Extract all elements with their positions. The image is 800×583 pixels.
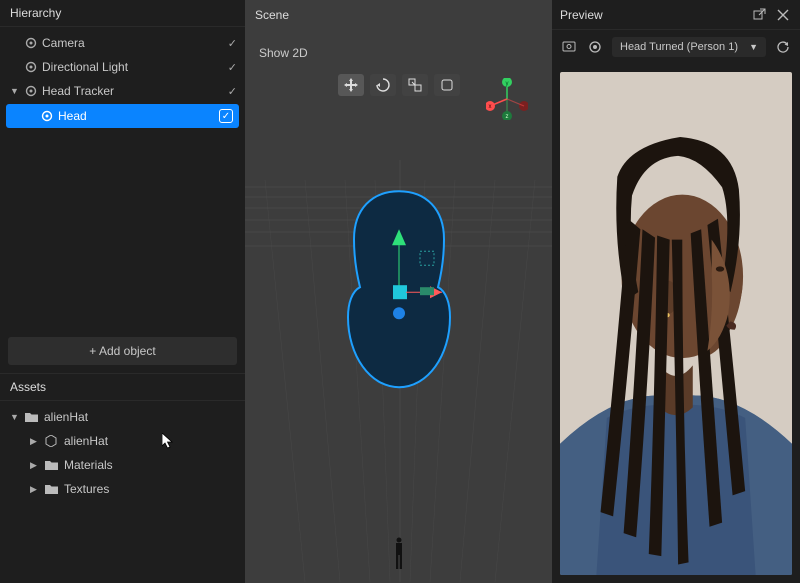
asset-folder-alienhat[interactable]: ▼ alienHat (0, 405, 245, 429)
object-icon (24, 84, 38, 98)
hierarchy-item-head[interactable]: Head ✓ (6, 104, 239, 128)
svg-text:z: z (506, 114, 509, 120)
tool-rotate-button[interactable] (370, 74, 396, 96)
chevron-down-icon: ▼ (749, 42, 758, 52)
show-2d-toggle[interactable]: Show 2D (253, 44, 314, 62)
refresh-icon[interactable] (774, 38, 792, 56)
visibility-check-icon[interactable]: ✓ (228, 61, 237, 74)
hierarchy-header: Hierarchy (0, 0, 245, 27)
hierarchy-item-light[interactable]: Directional Light ✓ (0, 55, 245, 79)
asset-folder-textures[interactable]: ▶ Textures (0, 477, 245, 501)
hierarchy-item-label: Camera (42, 36, 228, 50)
add-object-button[interactable]: + Add object (8, 337, 237, 365)
visibility-check-icon[interactable]: ✓ (228, 37, 237, 50)
caret-right-icon[interactable]: ▶ (30, 460, 42, 471)
svg-text:y: y (506, 81, 509, 87)
object-icon (40, 109, 54, 123)
head-silhouette[interactable] (324, 185, 474, 395)
asset-label: Materials (64, 458, 113, 472)
asset-label: alienHat (44, 410, 88, 424)
cursor-icon (162, 433, 176, 451)
asset-folder-materials[interactable]: ▶ Materials (0, 453, 245, 477)
preview-viewport (560, 72, 792, 575)
tool-fit-button[interactable] (434, 74, 460, 96)
asset-label: alienHat (64, 434, 108, 448)
hierarchy-tree: Camera ✓ Directional Light ✓ ▼ He (0, 27, 245, 133)
assets-tree: ▼ alienHat ▶ alienHat (0, 401, 245, 583)
svg-text:x: x (489, 104, 492, 110)
caret-right-icon[interactable]: ▶ (30, 436, 42, 447)
caret-right-icon[interactable]: ▶ (30, 484, 42, 495)
axis-gizmo[interactable]: y x z (486, 78, 528, 120)
asset-object-alienhat[interactable]: ▶ alienHat (0, 429, 245, 453)
record-icon[interactable] (586, 38, 604, 56)
hierarchy-item-label: Head (58, 109, 219, 123)
folder-icon (44, 482, 58, 496)
close-icon[interactable] (774, 6, 792, 24)
preview-source-dropdown[interactable]: Head Turned (Person 1) ▼ (612, 37, 766, 57)
dropdown-selected-label: Head Turned (Person 1) (620, 41, 743, 53)
asset-label: Textures (64, 482, 109, 496)
tool-scale-button[interactable] (402, 74, 428, 96)
preview-header: Preview (560, 8, 744, 22)
popout-icon[interactable] (750, 6, 768, 24)
object-icon (24, 36, 38, 50)
caret-down-icon[interactable]: ▼ (10, 412, 22, 422)
folder-icon (24, 410, 38, 424)
scene-figure-icon (392, 537, 406, 571)
object-icon (44, 434, 58, 448)
scene-header: Scene (255, 8, 289, 22)
hierarchy-item-label: Directional Light (42, 60, 228, 74)
scene-viewport[interactable]: Show 2D (245, 30, 552, 583)
preview-source-icon[interactable] (560, 38, 578, 56)
hierarchy-item-camera[interactable]: Camera ✓ (0, 31, 245, 55)
visibility-check-icon[interactable]: ✓ (219, 109, 233, 123)
hierarchy-item-head-tracker[interactable]: ▼ Head Tracker ✓ (0, 79, 245, 103)
tool-move-button[interactable] (338, 74, 364, 96)
object-icon (24, 60, 38, 74)
caret-down-icon[interactable]: ▼ (10, 86, 22, 96)
folder-icon (44, 458, 58, 472)
visibility-check-icon[interactable]: ✓ (228, 85, 237, 98)
assets-header: Assets (0, 374, 245, 401)
hierarchy-item-label: Head Tracker (42, 84, 228, 98)
